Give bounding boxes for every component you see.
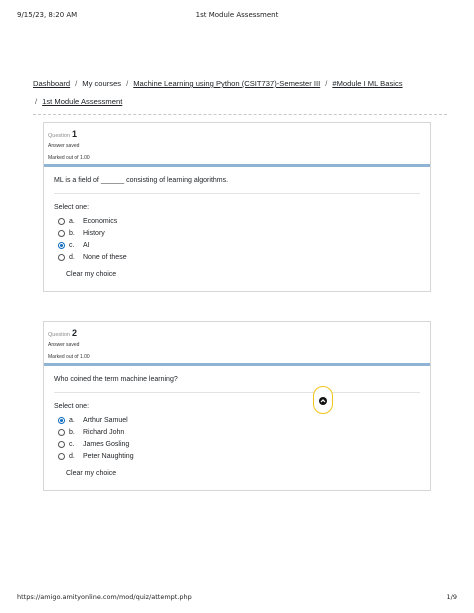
question-text: ML is a field of ______ consisting of le… — [54, 177, 420, 194]
answer-letter: d. — [69, 253, 75, 261]
answer-text: Arthur Samuel — [83, 416, 128, 424]
radio-button[interactable] — [58, 253, 65, 261]
answer-letter: c. — [69, 440, 75, 448]
question-card-1: Question 1 Answer saved Marked out of 1.… — [43, 122, 431, 292]
answer-list: a. Economics b. History c. AI d. None of… — [54, 215, 420, 263]
answer-text: AI — [83, 241, 90, 249]
answer-list: a. Arthur Samuel b. Richard John c. Jame… — [54, 414, 420, 462]
breadcrumb-dashboard-link[interactable]: Dashboard — [33, 76, 70, 92]
answer-option-d[interactable]: d. Peter Naughting — [58, 450, 420, 462]
clear-choice-link[interactable]: Clear my choice — [54, 470, 116, 477]
question-number: 1 — [72, 129, 78, 139]
print-url: https://amigo.amityonline.com/mod/quiz/a… — [17, 593, 192, 601]
answer-letter: a. — [69, 416, 75, 424]
answer-option-c[interactable]: c. James Gosling — [58, 438, 420, 450]
radio-button[interactable] — [58, 452, 65, 460]
breadcrumb-separator: / — [325, 79, 328, 88]
radio-button[interactable] — [58, 440, 65, 448]
radio-button[interactable] — [58, 229, 65, 237]
answer-option-a[interactable]: a. Arthur Samuel — [58, 414, 420, 426]
breadcrumb-row: / 1st Module Assessment — [33, 94, 443, 110]
breadcrumb-module-link[interactable]: #Module I ML Basics — [332, 76, 402, 92]
answer-letter: a. — [69, 217, 75, 225]
answer-text: Richard John — [83, 428, 125, 436]
breadcrumb: Dashboard / My courses / Machine Learnin… — [33, 76, 443, 110]
answer-option-b[interactable]: b. Richard John — [58, 426, 420, 438]
breadcrumb-divider — [33, 114, 447, 115]
radio-button[interactable] — [58, 428, 65, 436]
breadcrumb-course-link[interactable]: Machine Learning using Python (CSIT737)-… — [133, 76, 320, 92]
scroll-to-top-button[interactable] — [313, 386, 333, 414]
radio-button[interactable] — [58, 217, 65, 225]
answer-text: History — [83, 229, 105, 237]
select-one-label: Select one: — [54, 204, 90, 211]
chevron-up-icon — [319, 397, 327, 405]
question-number: 2 — [72, 328, 78, 338]
breadcrumb-separator: / — [75, 79, 78, 88]
question-state: Answer saved — [48, 143, 80, 149]
radio-button[interactable] — [58, 241, 65, 249]
answer-text: None of these — [83, 253, 127, 261]
select-one-label: Select one: — [54, 403, 90, 410]
clear-choice-link[interactable]: Clear my choice — [54, 271, 116, 278]
print-page-number: 1/9 — [446, 593, 457, 601]
breadcrumb-separator: / — [126, 79, 129, 88]
answer-letter: b. — [69, 229, 75, 237]
question-content: Who coined the term machine learning? Se… — [44, 366, 430, 490]
answer-option-a[interactable]: a. Economics — [58, 215, 420, 227]
answer-text: James Gosling — [83, 440, 130, 448]
answer-letter: d. — [69, 452, 75, 460]
answer-text: Peter Naughting — [83, 452, 134, 460]
question-label: Question — [48, 332, 71, 338]
answer-option-b[interactable]: b. History — [58, 227, 420, 239]
breadcrumb-my-courses: My courses — [82, 79, 122, 88]
question-card-2: Question 2 Answer saved Marked out of 1.… — [43, 321, 431, 491]
question-label: Question — [48, 133, 71, 139]
print-header: 9/15/23, 8:20 AM 1st Module Assessment — [17, 11, 457, 21]
question-content: ML is a field of ______ consisting of le… — [44, 167, 430, 291]
answer-letter: b. — [69, 428, 75, 436]
breadcrumb-separator: / — [35, 97, 38, 106]
print-title: 1st Module Assessment — [195, 11, 279, 19]
question-marks: Marked out of 1.00 — [48, 155, 90, 161]
breadcrumb-row: Dashboard / My courses / Machine Learnin… — [33, 76, 443, 92]
answer-text: Economics — [83, 217, 118, 225]
answer-letter: c. — [69, 241, 75, 249]
question-marks: Marked out of 1.00 — [48, 354, 90, 360]
question-state: Answer saved — [48, 342, 80, 348]
radio-button[interactable] — [58, 416, 65, 424]
breadcrumb-assessment-link[interactable]: 1st Module Assessment — [42, 94, 122, 110]
question-info: Question 1 Answer saved Marked out of 1.… — [44, 123, 430, 164]
question-text: Who coined the term machine learning? — [54, 376, 420, 393]
answer-option-d[interactable]: d. None of these — [58, 251, 420, 263]
answer-option-c[interactable]: c. AI — [58, 239, 420, 251]
question-info: Question 2 Answer saved Marked out of 1.… — [44, 322, 430, 363]
print-footer: https://amigo.amityonline.com/mod/quiz/a… — [17, 593, 457, 603]
